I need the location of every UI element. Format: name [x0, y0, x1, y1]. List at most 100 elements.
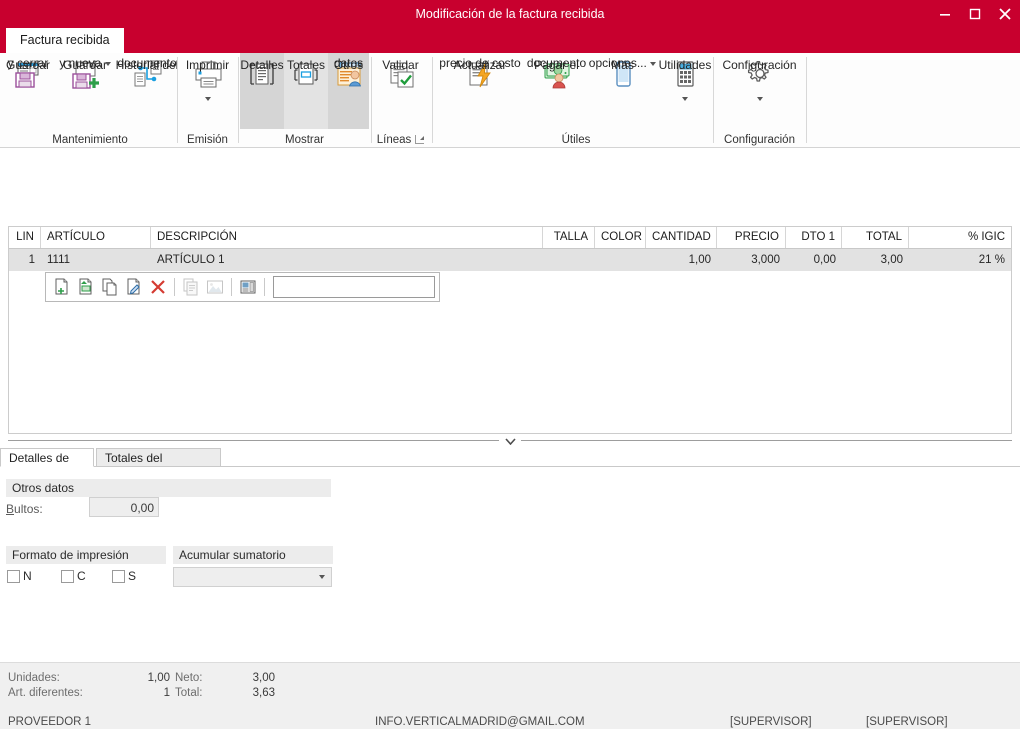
- cell-cantidad: 1,00: [688, 254, 711, 266]
- ribbon-separator-6: [806, 57, 807, 143]
- ribbon-group-configuracion: Configuración Configuración: [714, 53, 805, 148]
- ribbon-group-lineas: Validar Líneas: [372, 53, 429, 148]
- col-articulo[interactable]: ARTÍCULO: [41, 227, 151, 248]
- grid-collapse-bar: [8, 434, 1012, 448]
- bottom-tabs: Detalles de línea Totales del documento: [0, 448, 1020, 483]
- checkbox-n[interactable]: [7, 570, 20, 583]
- acumular-sumatorio-select[interactable]: [173, 567, 332, 587]
- status-role: [SUPERVISOR]: [866, 716, 948, 728]
- status-email: INFO.VERTICALMADRID@GMAIL.COM: [375, 716, 585, 728]
- configuracion-button[interactable]: Configuración: [716, 53, 804, 104]
- copy-line-button[interactable]: [98, 275, 122, 299]
- dialog-launcher-icon[interactable]: [415, 135, 425, 144]
- guardar-y-cerrar-button[interactable]: Guardar y cerrar: [0, 53, 56, 93]
- total-value: 3,63: [252, 687, 275, 699]
- tab-detalles-de-linea[interactable]: Detalles de línea: [0, 448, 94, 483]
- validar-label: Validar: [382, 58, 419, 72]
- col-igic[interactable]: % IGIC: [909, 227, 1011, 248]
- col-precio[interactable]: PRECIO: [717, 227, 786, 248]
- image-button[interactable]: [203, 275, 227, 299]
- ribbon-group-label-mantenimiento: Mantenimiento: [52, 134, 128, 146]
- window-title: Modificación de la factura recibida: [415, 7, 605, 21]
- chevron-down-icon: [756, 96, 763, 101]
- details-panel: Otros datos Bultos: 0,00 Formato de impr…: [0, 467, 1020, 662]
- chevron-down-icon[interactable]: [104, 61, 111, 66]
- cell-color: [595, 249, 646, 271]
- mas-opciones-label-2-text: opciones...: [588, 56, 647, 70]
- checkbox-n-label: N: [23, 569, 32, 583]
- status-bar: PROVEEDOR 1 INFO.VERTICALMADRID@GMAIL.CO…: [0, 710, 1020, 729]
- guardar-y-cerrar-label-2: y cerrar: [7, 56, 49, 70]
- cell-precio: 3,000: [751, 254, 780, 266]
- window-title-bar: Modificación de la factura recibida: [0, 0, 1020, 28]
- ribbon-group-label-emision: Emisión: [187, 134, 228, 146]
- historial-del-documento-button[interactable]: Historial del documento: [114, 53, 180, 93]
- summary-bar: Unidades: 1,00 Neto: 3,00 Art. diferente…: [0, 662, 1020, 710]
- maximize-button[interactable]: [960, 0, 990, 28]
- col-talla[interactable]: TALLA: [543, 227, 595, 248]
- pagar-el-documento-button[interactable]: Pagar el documento: [523, 53, 590, 93]
- ribbon-group-label-lineas: Líneas: [372, 134, 429, 146]
- ribbon: Guardar y cerrar Guardar y nueva Histori…: [0, 53, 1020, 148]
- configuracion-dropdown[interactable]: [756, 93, 763, 104]
- bultos-label-mnemonic: B: [6, 502, 15, 516]
- lines-grid-header: LIN ARTÍCULO DESCRIPCIÓN TALLA COLOR CAN…: [9, 227, 1011, 249]
- ribbon-group-utiles: Actualizar precio de costo Pagar el docu…: [433, 53, 719, 148]
- imprimir-dropdown[interactable]: [204, 93, 211, 104]
- mas-opciones-label-2: opciones...: [588, 56, 657, 70]
- notes-button[interactable]: [179, 275, 203, 299]
- art-diferentes-value: 1: [163, 687, 170, 699]
- ribbon-group-mostrar-label-wrap: Mostrar: [240, 53, 369, 148]
- insert-line-button[interactable]: [74, 275, 98, 299]
- validar-button[interactable]: Validar: [374, 53, 428, 93]
- search-input[interactable]: [273, 276, 435, 298]
- close-button[interactable]: [990, 0, 1020, 28]
- status-company: PROVEEDOR 1: [8, 716, 92, 728]
- status-user: [SUPERVISOR]: [730, 716, 812, 728]
- collapse-chevron-down-icon[interactable]: [499, 434, 521, 448]
- configuracion-label: Configuración: [722, 58, 797, 72]
- cell-lin: 1: [28, 254, 35, 266]
- chevron-down-icon: [204, 96, 211, 101]
- toolbar-separator-1: [174, 278, 175, 296]
- bultos-input[interactable]: 0,00: [89, 497, 159, 517]
- toolbar-separator-2: [231, 278, 232, 296]
- ribbon-group-label-mostrar: Mostrar: [285, 134, 324, 146]
- checkbox-c[interactable]: [61, 570, 74, 583]
- col-descripcion[interactable]: DESCRIPCIÓN: [151, 227, 543, 248]
- chevron-down-icon: [313, 569, 330, 585]
- minimize-button[interactable]: [930, 0, 960, 28]
- col-color[interactable]: COLOR: [595, 227, 646, 248]
- checkbox-s-label: S: [128, 569, 137, 583]
- col-lin[interactable]: LIN: [9, 227, 41, 248]
- col-cantidad[interactable]: CANTIDAD: [646, 227, 717, 248]
- cell-dto1: 0,00: [813, 254, 836, 266]
- edit-line-button[interactable]: [122, 275, 146, 299]
- actualizar-precio-de-costo-button[interactable]: Actualizar precio de costo: [437, 53, 523, 93]
- detail-button[interactable]: [236, 275, 260, 299]
- new-line-button[interactable]: [50, 275, 74, 299]
- checkbox-s[interactable]: [112, 570, 125, 583]
- chevron-down-icon[interactable]: [650, 61, 657, 66]
- col-dto1[interactable]: DTO 1: [786, 227, 842, 248]
- neto-value: 3,00: [252, 672, 275, 684]
- cell-descripcion: ARTÍCULO 1: [157, 254, 225, 266]
- utilidades-button[interactable]: Utilidades: [655, 53, 715, 104]
- guardar-y-nueva-button[interactable]: Guardar y nueva: [56, 53, 114, 93]
- tab-factura-recibida[interactable]: Factura recibida: [6, 28, 124, 53]
- mas-opciones-button[interactable]: Más opciones...: [588, 53, 657, 93]
- tab-totales-del-documento[interactable]: Totales del documento: [96, 448, 221, 483]
- art-diferentes-label: Art. diferentes:: [8, 687, 83, 699]
- imprimir-button[interactable]: Imprimir: [180, 53, 236, 104]
- ribbon-separator-2: [238, 57, 239, 143]
- table-row[interactable]: 1 1111 ARTÍCULO 1 1,00 3,000 0,00 3,00 2…: [9, 249, 1011, 271]
- imprimir-label: Imprimir: [185, 58, 230, 72]
- line-toolbar: [45, 272, 440, 302]
- unidades-value: 1,00: [147, 672, 170, 684]
- utilidades-dropdown[interactable]: [682, 93, 688, 104]
- historial-label-2: documento: [117, 56, 177, 70]
- ribbon-tab-strip: Factura recibida: [0, 28, 1020, 53]
- delete-line-button[interactable]: [146, 275, 170, 299]
- col-total[interactable]: TOTAL: [842, 227, 909, 248]
- total-label: Total:: [175, 687, 203, 699]
